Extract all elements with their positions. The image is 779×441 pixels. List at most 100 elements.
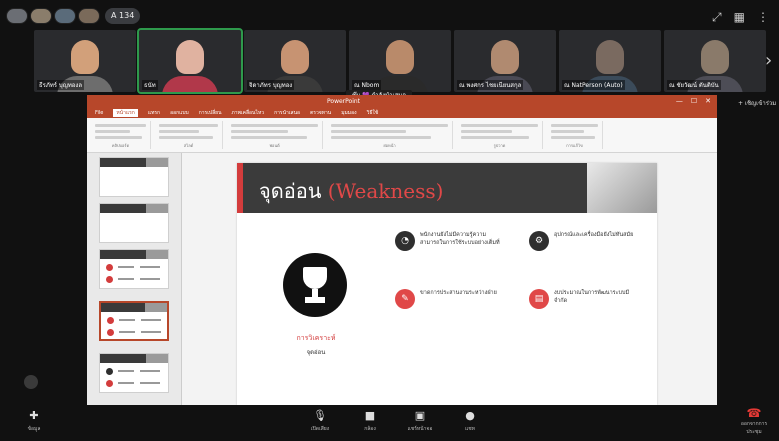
chat-button[interactable]: ● แชท: [440, 407, 500, 433]
hang-up-icon: ☎: [746, 406, 762, 420]
ribbon-group-label: การแก้ไข: [566, 143, 583, 148]
analysis-caption: การวิเคราะห์: [296, 334, 336, 342]
participant-name: ณ ชัยวัฒน์ ตันติบัน: [667, 80, 721, 90]
ribbon-group[interactable]: ฟอนต์: [227, 121, 323, 149]
layout-grid-icon[interactable]: ▦: [734, 10, 745, 25]
participant-face: [386, 40, 414, 74]
leave-label: ออกจากการประชุม: [740, 421, 768, 435]
participant-face: [281, 40, 309, 74]
video-tile[interactable]: ธีรภัทร์ บุญทองล: [34, 30, 136, 92]
thumb-photo: [145, 303, 167, 312]
slide-thumbnail[interactable]: [99, 353, 169, 393]
ribbon-tab[interactable]: ตรวจทาน: [310, 109, 331, 117]
video-tile[interactable]: จิดาภัทร บุญทอง: [244, 30, 346, 92]
chat-label: แชท: [465, 426, 475, 432]
weakness-caption: จุดอ่อน: [306, 349, 326, 356]
top-icons: ⤢ ▦ ⋮: [712, 10, 769, 25]
ribbon-tab[interactable]: วิธีใช้: [367, 109, 379, 117]
book-icon: ▤: [529, 289, 549, 309]
slide-thumbnail[interactable]: [99, 157, 169, 197]
ribbon-group[interactable]: การแก้ไข: [547, 121, 603, 149]
window-title: PowerPoint: [327, 98, 361, 105]
video-tile[interactable]: ณ พงศกร ไชยเนียนสกุล: [454, 30, 556, 92]
participant-face: [491, 40, 519, 74]
slide-header-photo: [587, 163, 657, 213]
participant-avatars[interactable]: A 134: [6, 8, 141, 24]
weakness-item-2: ⚙ อุปกรณ์และเครื่องมือยังไม่ทันสมัย: [529, 231, 634, 251]
participant-count[interactable]: A 134: [105, 8, 141, 24]
video-tile[interactable]: ธนัท: [137, 28, 243, 94]
ribbon-group[interactable]: ย่อหน้า: [327, 121, 453, 149]
weakness-item-text: อุปกรณ์และเครื่องมือยังไม่ทันสมัย: [554, 232, 634, 238]
top-bar: A 134 ⤢ ▦ ⋮: [0, 0, 779, 30]
ribbon: คลิปบอร์ด สไลด์ ฟอนต์ ย่อหน้า รูปวาด การแก้ไข: [87, 118, 717, 153]
minimize-icon[interactable]: —: [676, 97, 683, 105]
shared-screen[interactable]: PowerPoint — ☐ ✕ File หน้าแรก แทรก ออกแบบ กา…: [87, 95, 717, 405]
invite-button[interactable]: + เชิญเข้าร่วม: [738, 98, 776, 108]
ribbon-group-label: คลิปบอร์ด: [111, 143, 130, 148]
slide-title: จุดอ่อน (Weakness): [259, 175, 443, 207]
ribbon-tab[interactable]: หน้าแรก: [113, 109, 138, 117]
ribbon-group-label: ย่อหน้า: [383, 143, 396, 148]
ribbon-group-label: รูปวาด: [493, 143, 506, 148]
weakness-item-1: ◔ พนักงานยังไม่มีความรู้ความสามารถในการใ…: [395, 231, 500, 251]
trophy-icon: [283, 253, 347, 317]
ribbon-tab[interactable]: มุมมอง: [341, 109, 356, 117]
weakness-item-text: ขาดการประสานงานระหว่างฝ่าย: [420, 290, 497, 296]
weakness-item-text: พนักงานยังไม่มีความรู้ความสามารถในการใช้…: [420, 232, 500, 246]
ribbon-tabs: File หน้าแรก แทรก ออกแบบ การเปลี่ยน ภาพเคลื่อ…: [87, 108, 717, 118]
video-tile[interactable]: ณ ชัยวัฒน์ ตันติบัน: [664, 30, 766, 92]
next-tiles-icon[interactable]: ›: [765, 50, 772, 71]
slide-thumbnail[interactable]: [99, 203, 169, 243]
reaction-icon[interactable]: [24, 375, 38, 389]
avatar: [6, 8, 28, 24]
slide-accent-bar: [237, 163, 243, 213]
ribbon-tab[interactable]: ภาพเคลื่อนไหว: [232, 109, 265, 117]
info-button[interactable]: ✚ ข้อมูล: [6, 407, 62, 433]
avatar: [30, 8, 52, 24]
thumb-photo: [146, 158, 168, 167]
ribbon-group-label: สไลด์: [183, 143, 194, 148]
expand-icon[interactable]: ⤢: [712, 10, 722, 25]
chart-icon: ◔: [395, 231, 415, 251]
slide-thumbnail-panel[interactable]: [87, 153, 182, 405]
slide-thumbnail[interactable]: [99, 301, 169, 341]
participant-name: ณ พงศกร ไชยเนียนสกุล: [457, 80, 524, 90]
participant-name: ธีรภัทร์ บุญทองล: [37, 80, 85, 90]
gear-icon: ⚙: [529, 231, 549, 251]
ribbon-group[interactable]: รูปวาด: [457, 121, 543, 149]
participant-face: [176, 40, 204, 74]
leave-button[interactable]: ☎ ออกจากการประชุม: [737, 406, 771, 435]
slide-title-thai: จุดอ่อน: [259, 179, 322, 203]
participant-name: ณ NatPerson (Auto): [562, 80, 625, 90]
video-tile[interactable]: ณ Nbom: [349, 30, 451, 92]
video-tile[interactable]: ณ NatPerson (Auto): [559, 30, 661, 92]
maximize-icon[interactable]: ☐: [691, 97, 697, 105]
window-controls: — ☐ ✕: [676, 97, 711, 105]
ribbon-tab[interactable]: File: [95, 110, 103, 116]
close-icon[interactable]: ✕: [705, 97, 711, 105]
pencil-icon: ✎: [395, 289, 415, 309]
participant-body: [162, 76, 218, 92]
ribbon-group[interactable]: คลิปบอร์ด: [91, 121, 151, 149]
ribbon-tab[interactable]: ออกแบบ: [170, 109, 189, 117]
current-slide: จุดอ่อน (Weakness) การวิเคราะห์ จุดอ่อน …: [237, 163, 657, 405]
participant-face: [71, 40, 99, 74]
weakness-item-text: งบประมาณในการพัฒนาระบบมีจำกัด: [554, 290, 630, 304]
video-tiles-strip: ธีรภัทร์ บุญทองล ธนัท จิดาภัทร บุญทอง ณ Nbo…: [34, 28, 766, 94]
thumb-photo: [146, 250, 168, 259]
ribbon-tab[interactable]: การนำเสนอ: [274, 109, 300, 117]
ribbon-group-label: ฟอนต์: [269, 143, 280, 148]
meeting-toolbar: ✚ ข้อมูล 🎙 เปิดเสียง ■ กล้อง ▣ แชร์หน้าจ…: [0, 407, 779, 441]
slide-thumbnail[interactable]: [99, 249, 169, 289]
ppt-title-bar: PowerPoint — ☐ ✕: [87, 95, 717, 108]
ribbon-tab[interactable]: แทรก: [148, 109, 160, 117]
info-label: ข้อมูล: [27, 426, 41, 432]
ribbon-tab[interactable]: การเปลี่ยน: [199, 109, 222, 117]
info-icon: ✚: [29, 409, 39, 422]
slide-title-english: (Weakness): [327, 179, 444, 203]
thumb-photo: [146, 204, 168, 213]
ribbon-group[interactable]: สไลด์: [155, 121, 223, 149]
participant-face: [596, 40, 624, 74]
more-options-icon[interactable]: ⋮: [757, 10, 769, 25]
